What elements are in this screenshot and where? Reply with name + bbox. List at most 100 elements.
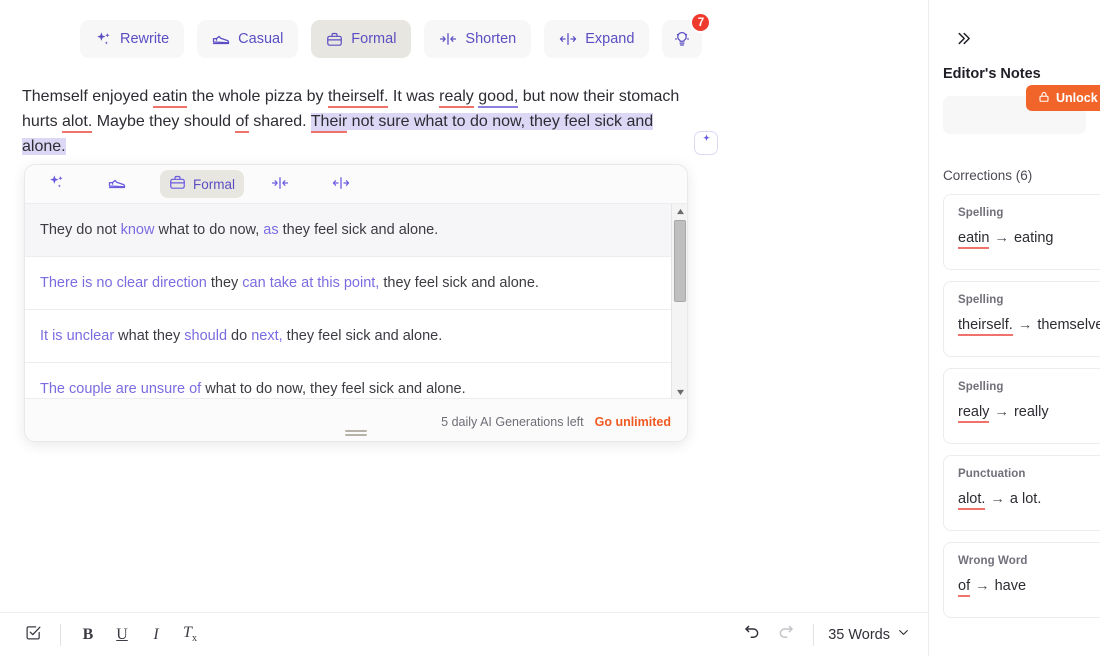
expand-label: Expand [585,31,635,47]
popup-casual-button[interactable] [99,170,142,198]
casual-button[interactable]: Casual [197,20,299,58]
suggestion-item[interactable]: They do not know what to do now, as they… [25,204,673,257]
casual-label: Casual [238,31,284,47]
doc-segment: Themself enjoyed [22,88,153,105]
inline-ai-button[interactable] [694,131,718,155]
popup-formal-button[interactable]: Formal [160,170,245,198]
suggestions-scrollbar[interactable] [671,204,687,398]
redo-icon [777,623,795,646]
check-square-button[interactable] [16,619,50,651]
correction-type: Punctuation [958,468,1026,480]
doc-error-of[interactable]: of [235,113,249,133]
doc-error-good[interactable]: good, [478,88,519,108]
sparkle-icon [699,133,714,153]
editors-notes-sidebar: Editor's Notes Unlock Corrections (6) Sp… [928,0,1100,656]
suggestion-text: what they [114,328,185,344]
suggestion-change: should [184,328,228,344]
clear-format-icon: Tx [183,624,197,645]
doc-segment: shared. [248,113,311,130]
correction-card[interactable]: Spelling theirself.→themselves [943,281,1100,357]
bold-button[interactable]: B [71,619,105,651]
shorten-icon [439,30,457,48]
undo-icon [743,623,761,646]
sidebar-title: Editor's Notes [943,66,1041,82]
doc-segment: It was [388,88,440,105]
correction-wrong: theirself. [958,317,1013,336]
correction-type: Wrong Word [958,555,1028,567]
go-unlimited-link[interactable]: Go unlimited [595,415,671,429]
expand-button[interactable]: Expand [544,20,650,58]
document-editor[interactable]: Themself enjoyed eatin the whole pizza b… [22,84,682,159]
suggestion-text: what to do now, they feel sick and alone… [201,381,466,397]
correction-type: Spelling [958,207,1004,219]
briefcase-icon [326,31,343,48]
shorten-label: Shorten [465,31,517,47]
word-count-button[interactable]: 35 Words [824,626,910,643]
redo-button[interactable] [769,619,803,651]
unlock-button[interactable]: Unlock [1026,85,1100,111]
correction-body: theirself.→themselves [958,317,1100,336]
chevron-double-right-icon [955,30,972,50]
clear-format-button[interactable]: Tx [173,619,207,651]
doc-error-alot[interactable]: alot. [62,113,93,133]
popup-shorten-button[interactable] [262,170,305,198]
doc-error-their[interactable]: Their [310,113,348,133]
italic-button[interactable]: I [139,619,173,651]
correction-type: Spelling [958,381,1004,393]
suggestion-change: know [120,222,155,238]
popup-expand-button[interactable] [323,170,366,198]
scroll-down-icon[interactable] [672,385,687,398]
correction-type: Spelling [958,294,1004,306]
promo-card: Unlock [943,85,1100,134]
suggestions-scroll-area: They do not know what to do now, as they… [25,203,687,399]
formal-button[interactable]: Formal [311,20,412,58]
correction-card[interactable]: Wrong Word of → have [943,542,1100,618]
shorten-button[interactable]: Shorten [424,20,532,58]
editor-bottom-toolbar: B U I Tx 35 Words [0,612,928,656]
correction-wrong: realy [958,404,990,423]
toolbar-divider [60,623,61,646]
correction-body: alot. → a lot. [958,491,1100,510]
suggestion-item[interactable]: There is no clear direction they can tak… [25,257,673,310]
correction-body: eatin → eating [958,230,1100,249]
suggestion-change: as [263,222,279,238]
popup-formal-label: Formal [193,176,236,192]
correction-card[interactable]: Spelling realy → really [943,368,1100,444]
shorten-icon [271,174,289,195]
chevron-down-icon [897,626,910,643]
collapse-sidebar-button[interactable] [951,28,975,52]
grip-line [345,430,367,432]
suggestion-text: they feel sick and alone. [379,275,539,291]
arrow-right-icon: → [990,491,1005,507]
suggestion-item[interactable]: The couple are unsure of what to do now,… [25,363,673,398]
ai-writing-editor: Rewrite Casual Formal Shorten Expand 7 T… [0,0,1100,656]
correction-card[interactable]: Spelling eatin → eating [943,194,1100,270]
doc-segment: the whole pizza by [187,88,328,105]
scroll-up-icon[interactable] [672,204,687,219]
popup-resize-handle[interactable] [345,430,367,437]
history-and-count: 35 Words [735,619,928,651]
suggestion-change: There is no clear direction [40,275,207,291]
doc-error-eatin[interactable]: eatin [152,88,188,108]
ideas-button[interactable]: 7 [662,12,712,58]
popup-tone-toolbar: Formal [25,165,687,203]
underline-button[interactable]: U [105,619,139,651]
correction-right: a lot. [1009,491,1042,507]
rewrite-button[interactable]: Rewrite [80,20,185,58]
sneaker-icon [108,174,126,195]
briefcase-icon [169,174,186,194]
correction-right: themselves [1037,317,1100,333]
doc-error-realy[interactable]: realy [439,88,474,108]
correction-body: of → have [958,578,1100,597]
unlock-label: Unlock [1056,91,1098,105]
suggestion-item[interactable]: It is unclear what they should do next, … [25,310,673,363]
undo-button[interactable] [735,619,769,651]
scrollbar-thumb[interactable] [674,220,686,302]
sparkles-icon [48,174,65,194]
lock-icon [1038,91,1050,106]
formal-label: Formal [351,31,397,47]
doc-error-theirself[interactable]: theirself. [327,88,389,108]
suggestion-change: can take at this point, [242,275,380,291]
popup-rewrite-button[interactable] [39,170,81,198]
correction-card[interactable]: Punctuation alot. → a lot. [943,455,1100,531]
